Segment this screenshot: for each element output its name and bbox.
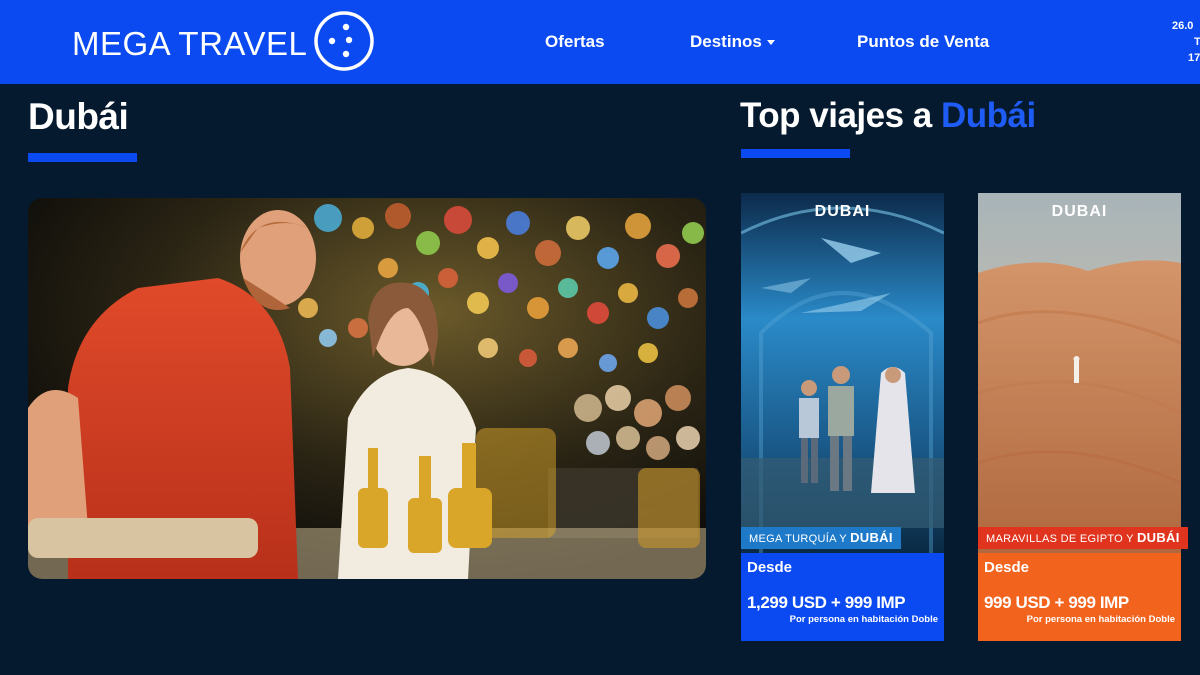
card-price: 999 USD + 999 IMP xyxy=(984,593,1129,612)
caret-down-icon xyxy=(766,40,775,46)
card-price-note: Por persona en habitación Doble xyxy=(789,614,938,625)
top-trips-highlight: Dubái xyxy=(941,96,1036,135)
card-tag-highlight: DUBÁI xyxy=(1136,530,1180,545)
trip-card-maravillas-egipto-dubai[interactable]: DUBAI MARAVILLAS DE EGIPTO Y DUBÁI Desde… xyxy=(978,193,1188,641)
top-trips-prefix: Top viajes a xyxy=(740,96,932,135)
nav-destinos-dropdown[interactable]: Destinos xyxy=(690,32,775,52)
top-trips-underline xyxy=(741,149,850,158)
card-price-box: Desde 999 USD + 999 IMP Por persona en h… xyxy=(978,553,1181,641)
nav-destinos-label: Destinos xyxy=(690,32,762,51)
nav-ofertas[interactable]: Ofertas xyxy=(545,32,605,52)
card-price-box: Desde 1,299 USD + 999 IMP Por persona en… xyxy=(741,553,944,641)
card-tag-prefix: MARAVILLAS DE EGIPTO Y xyxy=(986,533,1134,545)
card-dubai-logo: DUBAI xyxy=(1051,203,1108,220)
card-price-note: Por persona en habitación Doble xyxy=(1026,614,1175,625)
nav-ofertas-label: Ofertas xyxy=(545,32,605,51)
trip-card-image-desert: DUBAI xyxy=(978,193,1181,553)
page-title: Dubái xyxy=(28,96,129,137)
card-tag-highlight: DUBÁI xyxy=(850,530,893,545)
title-underline xyxy=(28,153,137,162)
card-desde-label: Desde xyxy=(984,559,1030,576)
card-tag: MEGA TURQUÍA Y DUBÁI xyxy=(741,527,901,549)
brand-logo[interactable]: MEGA TRAVEL xyxy=(72,10,375,77)
nav-puntos-de-venta[interactable]: Puntos de Venta xyxy=(857,32,989,52)
trip-card-image-aquarium: DUBAI xyxy=(741,193,944,553)
card-price: 1,299 USD + 999 IMP xyxy=(747,593,906,612)
brand-name: MEGA TRAVEL xyxy=(72,24,308,62)
hero-image-souk xyxy=(28,198,706,579)
card-tag: MARAVILLAS DE EGIPTO Y DUBÁI xyxy=(978,527,1188,549)
clock-line-1: 26.0 xyxy=(1172,20,1194,32)
card-tag-prefix: MEGA TURQUÍA Y xyxy=(749,533,847,545)
card-dubai-logo: DUBAI xyxy=(814,203,871,220)
nav-puntos-label: Puntos de Venta xyxy=(857,32,990,51)
header-datetime: 26.0 T 17 xyxy=(1172,18,1200,66)
trip-card-mega-turquia-dubai[interactable]: DUBAI MEGA TURQUÍA Y DUBÁI Desde 1,299 U… xyxy=(741,193,944,641)
clock-line-3: 17 xyxy=(1188,52,1200,64)
top-trips-title: Top viajes a Dubái xyxy=(740,96,1036,136)
top-navigation-bar: MEGA TRAVEL Ofertas Destinos Puntos de V… xyxy=(0,0,1200,84)
card-desde-label: Desde xyxy=(747,559,793,576)
brand-dots-icon xyxy=(313,10,375,77)
clock-line-2: T xyxy=(1194,36,1200,48)
